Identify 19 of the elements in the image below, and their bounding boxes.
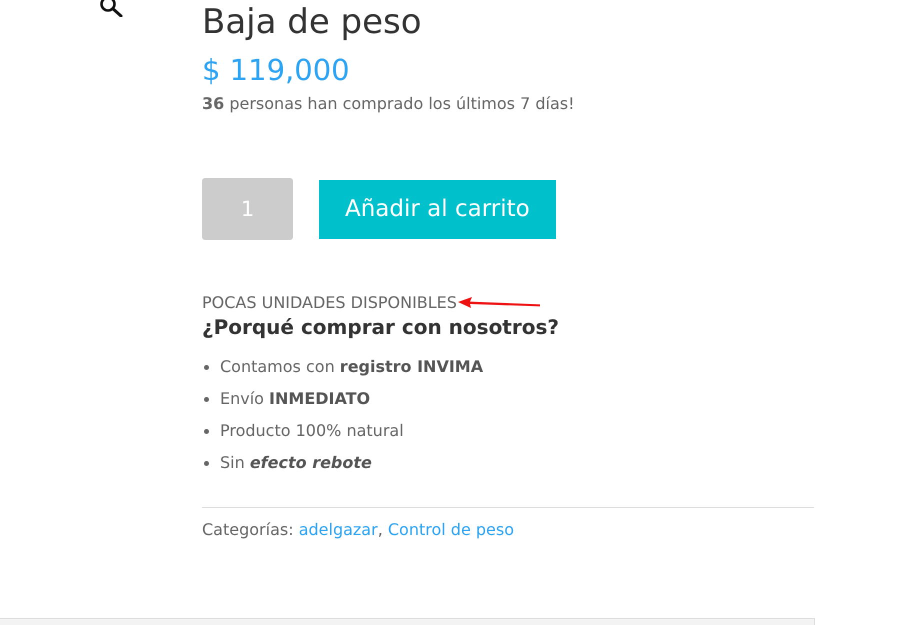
categories-line: Categorías: adelgazar, Control de peso (202, 519, 516, 541)
bullet-icon (204, 428, 209, 434)
product-price: $ 119,000 (202, 52, 351, 88)
product-title: Baja de peso (202, 1, 423, 44)
search-icon[interactable] (99, 0, 123, 17)
benefit-text: Producto 100% natural (220, 420, 404, 442)
stock-notice: POCAS UNIDADES DISPONIBLES (202, 293, 457, 313)
category-link[interactable]: adelgazar (298, 520, 378, 539)
category-link[interactable]: Control de peso (388, 520, 514, 539)
benefit-text: Envío INMEDIATO (220, 388, 370, 410)
bullet-icon (204, 396, 209, 402)
benefits-heading: ¿Porqué comprar con nosotros? (202, 314, 560, 341)
benefit-text: Sin efecto rebote (220, 452, 372, 474)
add-to-cart-button[interactable]: Añadir al carrito (319, 180, 556, 238)
benefit-text: Contamos con registro INVIMA (220, 356, 484, 378)
sales-note: 36 personas han comprado los últimos 7 días! (202, 93, 576, 115)
bullet-icon (204, 460, 209, 466)
bullet-icon (204, 364, 209, 370)
arrow-annotation-icon (458, 297, 540, 309)
